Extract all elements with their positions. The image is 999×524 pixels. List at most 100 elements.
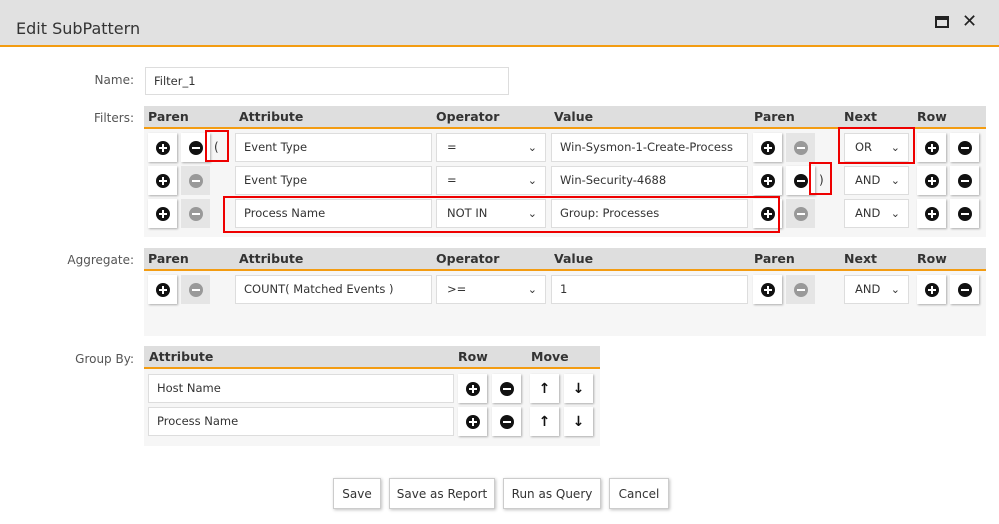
group-by-label: Group By:: [75, 352, 134, 366]
minus-circle-icon: [793, 140, 808, 155]
col-row: Row: [458, 349, 488, 364]
attribute-input[interactable]: Event Type: [235, 166, 432, 195]
remove-row-button[interactable]: [950, 166, 979, 195]
attribute-input[interactable]: COUNT( Matched Events ): [235, 275, 432, 304]
remove-open-paren-button[interactable]: [181, 166, 210, 195]
col-attribute: Attribute: [149, 349, 214, 364]
remove-row-button[interactable]: [950, 133, 979, 162]
plus-circle-icon: [924, 282, 939, 297]
filters-label: Filters:: [93, 111, 134, 125]
minus-circle-icon: [793, 206, 808, 221]
add-close-paren-button[interactable]: [753, 275, 782, 304]
group-by-attribute-input[interactable]: Host Name: [148, 374, 454, 403]
next-value: AND: [855, 206, 881, 220]
operator-value: =: [447, 140, 457, 154]
move-down-button[interactable]: ↓: [564, 407, 593, 436]
operator-value: =: [447, 173, 457, 187]
close-icon[interactable]: ✕: [962, 11, 977, 32]
chevron-down-icon: ⌄: [890, 174, 900, 187]
save-as-report-button[interactable]: Save as Report: [389, 478, 495, 509]
cancel-button[interactable]: Cancel: [609, 478, 669, 509]
remove-open-paren-button[interactable]: [181, 275, 210, 304]
add-close-paren-button[interactable]: [753, 133, 782, 162]
move-up-button[interactable]: ↑: [530, 407, 559, 436]
attribute-input[interactable]: Event Type: [235, 133, 432, 162]
col-paren-close: Paren: [754, 251, 795, 266]
plus-circle-icon: [760, 173, 775, 188]
col-paren-open: Paren: [148, 251, 189, 266]
col-operator: Operator: [436, 251, 500, 266]
minus-circle-icon: [499, 414, 514, 429]
remove-close-paren-button[interactable]: [786, 275, 815, 304]
col-next: Next: [844, 251, 877, 266]
window-maximize-icon[interactable]: [935, 16, 949, 28]
plus-circle-icon: [760, 282, 775, 297]
highlight-process-name-row: [223, 196, 780, 233]
next-select[interactable]: AND ⌄: [844, 166, 909, 195]
value-input[interactable]: Win-Sysmon-1-Create-Process: [551, 133, 748, 162]
value-input[interactable]: 1: [551, 275, 748, 304]
group-by-table: Attribute Row Move Host Name ↑ ↓ Process Na…: [144, 346, 600, 446]
plus-circle-icon: [924, 206, 939, 221]
col-paren-open: Paren: [148, 109, 189, 124]
add-row-button[interactable]: [458, 374, 487, 403]
minus-circle-icon: [188, 140, 203, 155]
plus-circle-icon: [465, 381, 480, 396]
col-row: Row: [917, 109, 947, 124]
minus-circle-icon: [957, 173, 972, 188]
plus-circle-icon: [924, 140, 939, 155]
value-input[interactable]: Win-Security-4688: [551, 166, 748, 195]
minus-circle-icon: [499, 381, 514, 396]
add-row-button[interactable]: [917, 275, 946, 304]
name-input[interactable]: Filter_1: [145, 67, 509, 95]
plus-circle-icon: [155, 140, 170, 155]
remove-open-paren-button[interactable]: [181, 199, 210, 228]
add-open-paren-button[interactable]: [148, 133, 177, 162]
dialog-header: [0, 0, 999, 47]
operator-select[interactable]: = ⌄: [436, 133, 546, 162]
chevron-down-icon: ⌄: [890, 207, 900, 220]
arrow-up-icon: ↑: [538, 380, 551, 397]
save-button[interactable]: Save: [333, 478, 381, 509]
plus-circle-icon: [155, 206, 170, 221]
operator-select[interactable]: = ⌄: [436, 166, 546, 195]
next-select[interactable]: AND ⌄: [844, 275, 909, 304]
add-close-paren-button[interactable]: [753, 166, 782, 195]
chevron-down-icon: ⌄: [527, 141, 537, 154]
aggregate-label: Aggregate:: [67, 253, 134, 267]
name-label: Name:: [94, 73, 134, 87]
add-open-paren-button[interactable]: [148, 166, 177, 195]
add-row-button[interactable]: [917, 133, 946, 162]
plus-circle-icon: [760, 140, 775, 155]
remove-row-button[interactable]: [492, 374, 521, 403]
chevron-down-icon: ⌄: [890, 283, 900, 296]
chevron-down-icon: ⌄: [527, 174, 537, 187]
add-row-button[interactable]: [458, 407, 487, 436]
remove-row-button[interactable]: [492, 407, 521, 436]
remove-close-paren-button[interactable]: [786, 133, 815, 162]
add-open-paren-button[interactable]: [148, 199, 177, 228]
minus-circle-icon: [957, 140, 972, 155]
remove-close-paren-button[interactable]: [786, 199, 815, 228]
group-by-attribute-input[interactable]: Process Name: [148, 407, 454, 436]
move-down-button[interactable]: ↓: [564, 374, 593, 403]
add-row-button[interactable]: [917, 166, 946, 195]
next-select[interactable]: AND ⌄: [844, 199, 909, 228]
move-up-button[interactable]: ↑: [530, 374, 559, 403]
operator-select[interactable]: >= ⌄: [436, 275, 546, 304]
run-as-query-button[interactable]: Run as Query: [503, 478, 601, 509]
add-open-paren-button[interactable]: [148, 275, 177, 304]
remove-row-button[interactable]: [950, 199, 979, 228]
next-value: AND: [855, 173, 881, 187]
plus-circle-icon: [155, 173, 170, 188]
col-move: Move: [531, 349, 569, 364]
add-row-button[interactable]: [917, 199, 946, 228]
aggregate-table: Paren Attribute Operator Value Paren Nex…: [144, 248, 986, 336]
highlight-next-or: [838, 127, 915, 164]
minus-circle-icon: [957, 206, 972, 221]
dialog-title: Edit SubPattern: [16, 19, 141, 38]
next-value: AND: [855, 282, 881, 296]
chevron-down-icon: ⌄: [527, 283, 537, 296]
col-operator: Operator: [436, 109, 500, 124]
remove-row-button[interactable]: [950, 275, 979, 304]
